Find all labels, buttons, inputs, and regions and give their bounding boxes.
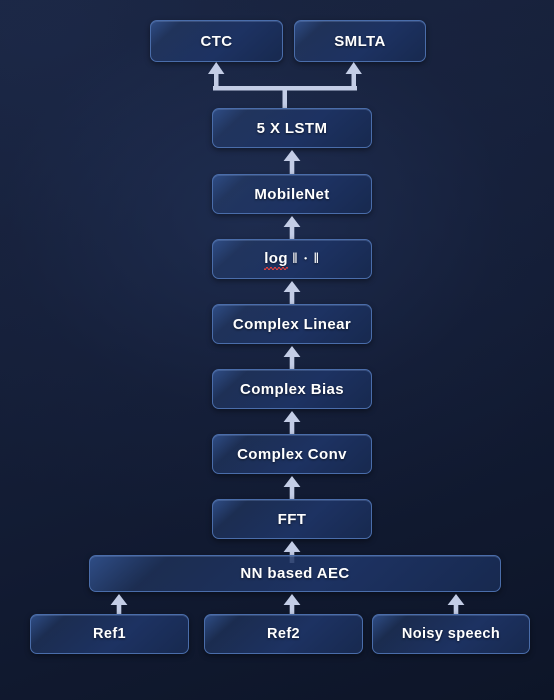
arrow-ref2-to-aec: [283, 594, 301, 615]
node-ref1[interactable]: Ref1: [30, 614, 189, 654]
node-complex-bias[interactable]: Complex Bias: [212, 369, 372, 409]
node-ref2-label: Ref2: [266, 626, 301, 642]
node-noisy-speech-label: Noisy speech: [401, 626, 501, 642]
node-log-norm-label: log ‖ · ‖: [264, 250, 320, 270]
arrow-noisyspeech-to-aec: [447, 594, 465, 615]
node-mobilenet[interactable]: MobileNet: [212, 174, 372, 214]
node-mobilenet-label: MobileNet: [254, 185, 330, 203]
node-nn-based-aec[interactable]: NN based AEC: [89, 555, 501, 592]
node-fft[interactable]: FFT: [212, 499, 372, 539]
node-log-norm-prefix: log: [264, 250, 288, 270]
node-complex-linear-label: Complex Linear: [232, 315, 352, 333]
node-log-norm[interactable]: log ‖ · ‖: [212, 239, 372, 279]
arrow-lognorm-to-mobilenet: [283, 216, 301, 240]
node-complex-conv-label: Complex Conv: [237, 445, 347, 463]
node-nn-based-aec-label: NN based AEC: [240, 565, 350, 582]
node-complex-bias-label: Complex Bias: [240, 380, 344, 398]
node-smlta[interactable]: SMLTA: [294, 20, 426, 62]
node-ref2[interactable]: Ref2: [204, 614, 363, 654]
node-ref1-label: Ref1: [92, 626, 127, 642]
node-noisy-speech[interactable]: Noisy speech: [372, 614, 530, 654]
arrow-complexconv-to-complexbias: [283, 411, 301, 435]
node-ctc[interactable]: CTC: [150, 20, 283, 62]
arrow-mobilenet-to-lstm: [283, 150, 301, 174]
arrow-lstm-to-heads: [205, 62, 365, 108]
arrow-complexlinear-to-lognorm: [283, 281, 301, 305]
arrow-ref1-to-aec: [110, 594, 128, 615]
node-log-norm-suffix: ‖ · ‖: [292, 251, 320, 267]
arrow-complexbias-to-complexlinear: [283, 346, 301, 370]
node-ctc-label: CTC: [200, 32, 233, 50]
node-5x-lstm[interactable]: 5 X LSTM: [212, 108, 372, 148]
block-diagram-canvas: CTC SMLTA 5 X LSTM MobileNet log ‖ · ‖ C…: [0, 0, 554, 700]
node-5x-lstm-label: 5 X LSTM: [256, 119, 328, 137]
node-complex-conv[interactable]: Complex Conv: [212, 434, 372, 474]
node-smlta-label: SMLTA: [334, 32, 386, 50]
node-fft-label: FFT: [277, 510, 307, 528]
node-complex-linear[interactable]: Complex Linear: [212, 304, 372, 344]
arrow-fft-to-complexconv: [283, 476, 301, 500]
